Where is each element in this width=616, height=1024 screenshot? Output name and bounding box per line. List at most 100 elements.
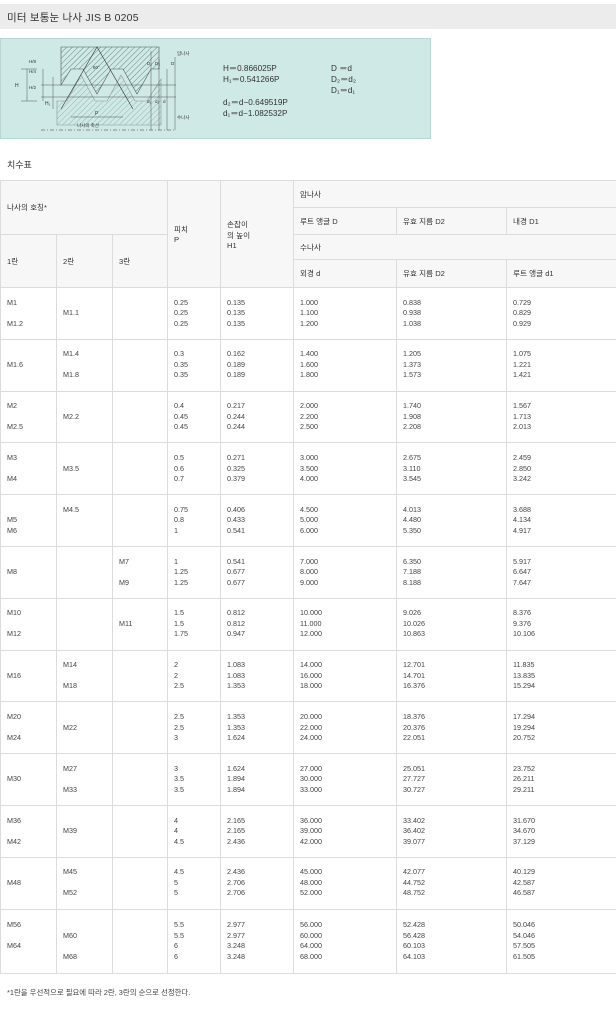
- cell-value: 0.135: [227, 308, 246, 318]
- header-eff-d2: 유효 지름 D2: [396, 259, 508, 288]
- cell-value: [7, 785, 50, 796]
- table-row: M56 M64 M60 M68 5.5 5.5 6 6 2.977 2.977 3.248 3.248…: [0, 908, 616, 974]
- cell-value: [63, 878, 106, 889]
- cell-value: [119, 370, 161, 381]
- cell-value: 2.459: [513, 453, 532, 463]
- cell-col1: M3 M4: [0, 442, 57, 496]
- cell-value: 36.402: [403, 826, 426, 836]
- cell-value: M68: [63, 951, 77, 961]
- cell-pitch: 1.5 1.5 1.75: [167, 597, 222, 651]
- cell-value: 30.727: [403, 784, 426, 794]
- cell-value: 4: [174, 826, 179, 836]
- cell-value: [7, 888, 50, 899]
- cell-value: 2.5: [174, 712, 185, 722]
- cell-root-d1: 0.729 0.829 0.929: [506, 287, 616, 340]
- cell-value: 36.000: [300, 815, 323, 825]
- cell-col3: [111, 442, 169, 496]
- cell-value: [119, 867, 161, 878]
- cell-value: 0.25: [174, 318, 189, 328]
- section-title: 치수표: [7, 160, 32, 170]
- cell-value: [7, 660, 50, 671]
- cell-value: 0.947: [227, 629, 246, 639]
- table-row: M16 M14 M18 2 2 2.5 1.083 1.083 1.353 14.000 16.00…: [0, 649, 616, 703]
- angle-label: 60°: [93, 65, 100, 70]
- cell-value: [7, 308, 50, 319]
- cell-value: 0.812: [227, 608, 246, 618]
- cell-outer-d: 1.000 1.100 1.200: [293, 287, 398, 340]
- cell-value: 6.647: [513, 567, 532, 577]
- cell-value: 9.000: [300, 577, 319, 587]
- cell-value: 5.5: [174, 920, 185, 930]
- cell-outer-d: 3.000 3.500 4.000: [293, 442, 398, 496]
- cell-col1: M5 M6: [0, 494, 57, 547]
- cell-value: 0.162: [227, 349, 246, 359]
- h-small-label: H/8: [29, 59, 37, 64]
- cell-value: 39.000: [300, 826, 323, 836]
- cell-col3: [111, 701, 169, 755]
- cell-pitch: 2.5 2.5 3: [167, 701, 222, 755]
- cell-col1: M36 M42: [0, 804, 57, 858]
- cell-value: M24: [7, 733, 21, 743]
- header-inner-D1: 내경 D1: [506, 207, 616, 235]
- cell-height: 0.135 0.135 0.135: [220, 287, 295, 340]
- cell-value: [119, 308, 161, 319]
- cell-value: 1.421: [513, 370, 532, 380]
- cell-value: 13.835: [513, 670, 536, 680]
- cell-value: 6.000: [300, 525, 319, 535]
- cell-col2: M27 M33: [56, 753, 113, 806]
- cell-outer-d: 20.000 22.000 24.000: [293, 701, 398, 755]
- cell-value: 0.45: [174, 422, 189, 432]
- cell-value: 2.706: [227, 877, 246, 887]
- cell-height: 1.353 1.353 1.624: [220, 701, 295, 755]
- cell-value: 0.929: [513, 318, 532, 328]
- page-title: 미터 보통눈 나사 JIS B 0205: [7, 12, 139, 24]
- cell-outer-d: 10.000 11.000 12.000: [293, 597, 398, 651]
- cell-value: 2.200: [300, 411, 319, 421]
- cell-col2: M4.5: [56, 494, 113, 547]
- cell-value: 0.189: [227, 359, 246, 369]
- cell-pitch: 0.5 0.6 0.7: [167, 442, 222, 496]
- cell-value: 2.013: [513, 422, 532, 432]
- cell-value: 10.106: [513, 629, 536, 639]
- cell-value: 42.077: [403, 867, 426, 877]
- cell-root-d1: 31.670 34.670 37.129: [506, 804, 616, 858]
- cell-value: M18: [63, 681, 77, 691]
- cell-value: [119, 608, 161, 619]
- cell-value: [7, 952, 50, 963]
- cell-value: 0.541: [227, 556, 246, 566]
- cell-value: [63, 920, 106, 931]
- cell-value: 6: [174, 951, 179, 961]
- cell-value: 3.248: [227, 941, 246, 951]
- cell-col1: M56 M64: [0, 908, 57, 974]
- cell-eff-d2: 25.051 27.727 30.727: [396, 753, 508, 806]
- cell-value: 1.600: [300, 359, 319, 369]
- header-root-d1: 루트 앵글 d1: [506, 259, 616, 288]
- header-height: 손잡이 의 높이 H1: [220, 180, 295, 288]
- cell-value: [119, 888, 161, 899]
- cell-value: 4.5: [174, 867, 185, 877]
- cell-value: 57.505: [513, 941, 536, 951]
- cell-value: [63, 578, 106, 589]
- cell-pitch: 2 2 2.5: [167, 649, 222, 703]
- cell-value: M5: [7, 515, 17, 525]
- cell-value: [63, 567, 106, 578]
- cell-value: 0.6: [174, 463, 185, 473]
- cell-value: 1.713: [513, 411, 532, 421]
- cell-value: 6: [174, 941, 179, 951]
- cell-value: [63, 774, 106, 785]
- cell-value: 3.5: [174, 774, 185, 784]
- cell-value: 10.863: [403, 629, 426, 639]
- cell-value: [119, 526, 161, 537]
- cell-value: M39: [63, 826, 77, 836]
- cell-height: 2.436 2.706 2.706: [220, 856, 295, 910]
- thread-profile-diagram: H/8 H/4 H/2 H H₁ 60° P 나사의 축선 암나사 수나사 d₁…: [0, 38, 431, 139]
- h1-label: H₁: [45, 101, 51, 107]
- cell-value: M16: [7, 670, 21, 680]
- cell-value: 2.436: [227, 836, 246, 846]
- cell-value: [119, 733, 161, 744]
- cell-value: 20.752: [513, 733, 536, 743]
- cell-value: [119, 412, 161, 423]
- cell-value: 22.051: [403, 733, 426, 743]
- cell-value: 0.271: [227, 453, 246, 463]
- cell-value: 1.353: [227, 681, 246, 691]
